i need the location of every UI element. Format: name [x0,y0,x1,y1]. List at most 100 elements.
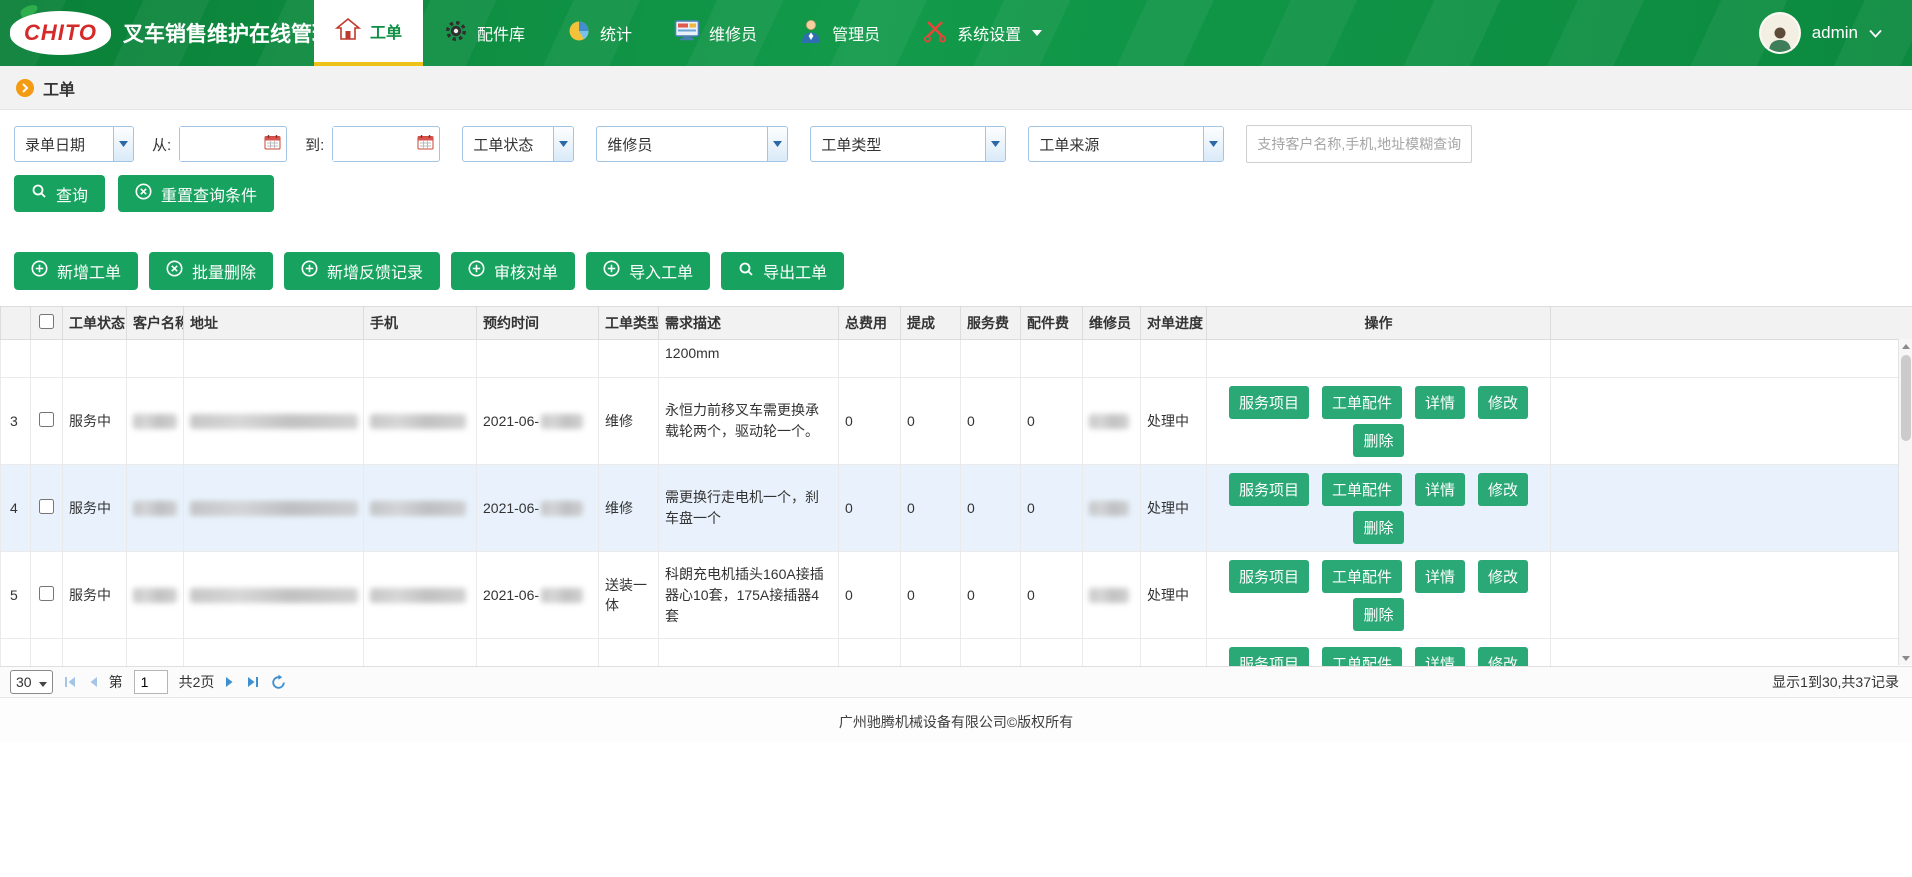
cell-phone [364,552,477,639]
chevron-down-icon [1032,30,1042,37]
date-to-field[interactable] [333,127,417,161]
header-checkbox [31,307,63,340]
table-body-viewport: 叉车挡风玻璃1个，货叉1副 1200mm 3 服务中 [0,340,1898,666]
cell-phone [364,378,477,465]
scrollbar-down-icon[interactable] [1902,651,1910,665]
redacted-repairman [1089,501,1129,516]
detail-button[interactable]: 详情 [1415,473,1465,506]
table-header: 工单状态 客户名称 地址 手机 预约时间 工单类型 需求描述 总费用 提成 服务… [0,306,1912,340]
detail-button[interactable]: 详情 [1415,386,1465,419]
next-page-button[interactable] [225,676,235,688]
header-total-fee: 总费用 [839,307,901,340]
service-items-button[interactable]: 服务项目 [1229,473,1309,506]
order-parts-button[interactable]: 工单配件 [1322,386,1402,419]
calendar-icon[interactable] [417,134,434,155]
nav-label: 配件库 [477,21,525,45]
order-source-select[interactable]: 工单来源 [1028,126,1224,162]
last-page-button[interactable] [246,676,259,688]
cell-status [63,639,127,667]
table-row-partial-top: 叉车挡风玻璃1个，货叉1副 1200mm [1,340,1899,378]
copyright-footer: 广州驰腾机械设备有限公司©版权所有 [0,698,1912,742]
service-items-button[interactable]: 服务项目 [1229,647,1309,667]
service-items-button[interactable]: 服务项目 [1229,386,1309,419]
refresh-icon[interactable] [270,674,287,691]
nav-item-system-settings[interactable]: 系统设置 [901,0,1063,66]
search-button[interactable]: 查询 [14,175,105,212]
order-parts-button[interactable]: 工单配件 [1322,560,1402,593]
edit-button[interactable]: 修改 [1478,560,1528,593]
row-index: 3 [1,378,31,465]
cell-customer [127,639,184,667]
vertical-scrollbar[interactable] [1898,339,1912,665]
nav-item-admin[interactable]: 管理员 [778,0,901,66]
current-page-input[interactable] [134,670,168,694]
repairman-select[interactable]: 维修员 [596,126,788,162]
delete-button[interactable]: 删除 [1353,598,1403,631]
delete-button[interactable]: 删除 [1353,511,1403,544]
header-parts-fee: 配件费 [1021,307,1083,340]
edit-button[interactable]: 修改 [1478,647,1528,667]
button-label: 新增反馈记录 [327,259,423,283]
nav-label: 管理员 [832,21,880,45]
row-checkbox[interactable] [39,586,54,601]
first-page-button[interactable] [64,676,77,688]
row-checkbox[interactable] [39,412,54,427]
audit-order-button[interactable]: 审核对单 [451,252,575,290]
calendar-icon[interactable] [264,134,281,155]
select-all-checkbox[interactable] [39,314,54,329]
select-value: 录单日期 [15,127,113,161]
row-index: 5 [1,552,31,639]
edit-button[interactable]: 修改 [1478,386,1528,419]
nav-item-statistics[interactable]: 统计 [546,0,653,66]
appointment-date: 2021-06- [483,587,539,603]
keyword-search-input[interactable] [1246,125,1472,163]
cell-actions: 服务项目 工单配件 详情 修改 删除 [1207,639,1551,667]
prev-page-button[interactable] [88,676,98,688]
order-type-select[interactable]: 工单类型 [810,126,1006,162]
delete-button[interactable]: 删除 [1353,424,1403,457]
cell-description: 需更换行走电机一个，刹车盘一个 [659,465,839,552]
add-feedback-button[interactable]: 新增反馈记录 [284,252,440,290]
redacted-time [541,501,583,516]
order-status-select[interactable]: 工单状态 [462,126,574,162]
service-items-button[interactable]: 服务项目 [1229,560,1309,593]
date-to-input[interactable] [332,126,440,162]
edit-button[interactable]: 修改 [1478,473,1528,506]
cell-commission [901,639,961,667]
date-type-select[interactable]: 录单日期 [14,126,134,162]
batch-delete-button[interactable]: 批量删除 [149,252,273,290]
export-orders-button[interactable]: 导出工单 [721,252,844,290]
scrollbar-thumb[interactable] [1901,355,1911,441]
date-from-field[interactable] [180,127,264,161]
scrollbar-up-icon[interactable] [1902,339,1910,353]
to-label: 到: [305,134,324,155]
total-pages-label: 共2页 [179,672,215,692]
redacted-phone [370,501,466,516]
user-menu[interactable]: admin [1759,0,1912,66]
button-label: 重置查询条件 [161,182,257,206]
date-from-input[interactable] [179,126,287,162]
redacted-customer-name [133,501,177,516]
redacted-repairman [1089,588,1129,603]
nav-item-work-orders[interactable]: 工单 [314,0,423,66]
detail-button[interactable]: 详情 [1415,560,1465,593]
select-value: 工单状态 [463,127,553,161]
import-orders-button[interactable]: 导入工单 [586,252,710,290]
reset-filters-button[interactable]: 重置查询条件 [118,175,274,212]
detail-button[interactable]: 详情 [1415,647,1465,667]
cell-repairman [1083,378,1141,465]
page-size-select[interactable]: 30 [10,670,53,694]
search-icon [738,261,754,282]
redacted-time [541,414,583,429]
add-order-button[interactable]: 新增工单 [14,252,138,290]
x-circle-icon [166,260,183,282]
order-parts-button[interactable]: 工单配件 [1322,647,1402,667]
row-checkbox[interactable] [39,499,54,514]
nav-item-parts-library[interactable]: 配件库 [423,0,546,66]
filter-bar: 录单日期 从: 到: 工单状态 维修员 工单类型 工单来源 [14,125,1898,163]
cell-customer [127,378,184,465]
cell-repairman [1083,639,1141,667]
order-parts-button[interactable]: 工单配件 [1322,473,1402,506]
nav-item-repairman[interactable]: 维修员 [653,0,778,66]
chevron-down-icon [1203,127,1223,161]
